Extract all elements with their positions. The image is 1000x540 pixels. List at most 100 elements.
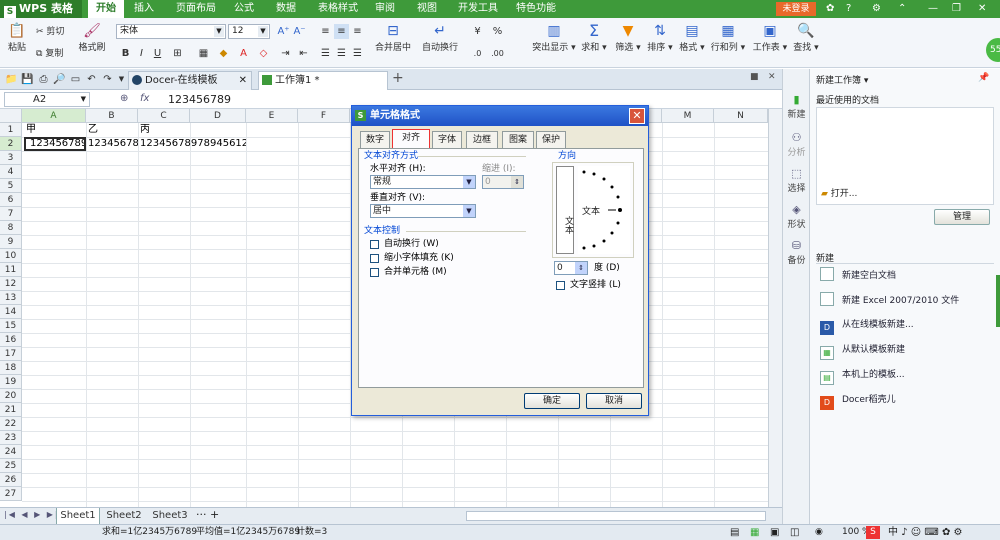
border-icon[interactable]: ⊞ bbox=[170, 46, 185, 61]
decrease-decimal-icon[interactable]: .00 bbox=[490, 46, 505, 61]
row-header-16[interactable]: 16 bbox=[0, 333, 22, 347]
row-header-13[interactable]: 13 bbox=[0, 291, 22, 305]
settings-icon[interactable]: ⚙ bbox=[872, 2, 881, 16]
sidebar-select[interactable]: ⬚ 选择 bbox=[783, 167, 810, 194]
online-template-link[interactable]: D 从在线模板新建... bbox=[820, 317, 914, 335]
sum-button[interactable]: Σ 求和 ▾ bbox=[580, 22, 608, 54]
row-header-6[interactable]: 6 bbox=[0, 193, 22, 207]
manage-button[interactable]: 管理 bbox=[934, 209, 990, 225]
row-header-24[interactable]: 24 bbox=[0, 445, 22, 459]
bold-button[interactable]: B bbox=[118, 46, 133, 61]
sidebar-analysis[interactable]: ⚇ 分析 bbox=[783, 131, 810, 158]
row-header-14[interactable]: 14 bbox=[0, 305, 22, 319]
merge-cells-icon[interactable]: ▦ bbox=[196, 46, 211, 61]
sheet-tab-1[interactable]: Sheet1 bbox=[56, 508, 100, 525]
currency-icon[interactable]: ¥ bbox=[470, 24, 485, 39]
zoom-formula-icon[interactable]: ⊕ bbox=[120, 93, 128, 104]
font-grow-icon[interactable]: A⁺ bbox=[276, 24, 291, 39]
increase-decimal-icon[interactable]: .0 bbox=[470, 46, 485, 61]
tab-font[interactable]: 字体 bbox=[432, 131, 462, 148]
row-header-10[interactable]: 10 bbox=[0, 249, 22, 263]
cell-b2[interactable]: 123456789 bbox=[86, 137, 138, 151]
font-name-select[interactable]: 宋体 ▼ bbox=[116, 24, 226, 39]
align-right-icon[interactable]: ☰ bbox=[350, 46, 365, 61]
pane-handle[interactable] bbox=[996, 275, 1000, 327]
normal-view-icon[interactable]: ▤ bbox=[730, 525, 739, 540]
vertical-text-button[interactable]: 文本 bbox=[556, 166, 574, 254]
indent-icon[interactable]: ⇥ bbox=[278, 46, 293, 61]
name-box[interactable]: A2 ▼ bbox=[4, 92, 90, 107]
page-break-icon[interactable]: ▣ bbox=[770, 525, 779, 540]
login-button[interactable]: 未登录 bbox=[776, 2, 816, 16]
sheet-tab-3[interactable]: Sheet3 bbox=[148, 508, 192, 525]
sheet-nav-icon[interactable]: |◀ ◀ ▶ ▶| bbox=[4, 510, 60, 519]
row-header-4[interactable]: 4 bbox=[0, 165, 22, 179]
format-button[interactable]: ▤ 格式 ▾ bbox=[678, 22, 706, 53]
font-color-icon[interactable]: A bbox=[236, 46, 251, 61]
sogou-icon[interactable]: S bbox=[866, 526, 880, 539]
tab-number[interactable]: 数字 bbox=[360, 131, 390, 148]
menu-data[interactable]: 数据 bbox=[276, 0, 296, 18]
fill-color-icon[interactable]: ◆ bbox=[216, 46, 231, 61]
horizontal-align-select[interactable]: 常规 ▼ bbox=[370, 175, 476, 189]
new-excel-file-link[interactable]: 新建 Excel 2007/2010 文件 bbox=[820, 292, 959, 309]
row-header-19[interactable]: 19 bbox=[0, 375, 22, 389]
select-all-corner[interactable] bbox=[0, 109, 22, 123]
formula-input[interactable]: 123456789 bbox=[168, 93, 231, 106]
new-tab-icon[interactable]: + bbox=[392, 70, 404, 86]
docer-link[interactable]: D Docer稻壳儿 bbox=[820, 392, 896, 410]
row-header-5[interactable]: 5 bbox=[0, 179, 22, 193]
column-header-d[interactable]: D bbox=[190, 109, 246, 123]
task-pane-title[interactable]: 新建工作簿 ▾ bbox=[816, 73, 868, 86]
close-tab-icon[interactable]: ✕ bbox=[239, 72, 247, 90]
tab-alignment[interactable]: 对齐 bbox=[392, 129, 430, 149]
indent-spinner[interactable]: 0 ⇕ bbox=[482, 175, 524, 189]
column-header-b[interactable]: B bbox=[86, 109, 138, 123]
column-header-n[interactable]: N bbox=[714, 109, 768, 123]
sidebar-backup[interactable]: ⛁ 备份 bbox=[783, 239, 810, 266]
cell-a1[interactable]: 甲 bbox=[24, 123, 84, 137]
row-header-1[interactable]: 1 bbox=[0, 123, 22, 137]
row-header-26[interactable]: 26 bbox=[0, 473, 22, 487]
cut-button[interactable]: ✂ 剪切 bbox=[36, 24, 64, 37]
font-size-select[interactable]: 12 ▼ bbox=[228, 24, 270, 39]
ok-button[interactable]: 确定 bbox=[524, 393, 580, 409]
help-icon[interactable]: ? bbox=[846, 2, 851, 16]
app-menu-button[interactable]: SWPS 表格 ▾ bbox=[0, 0, 82, 33]
italic-button[interactable]: I bbox=[134, 46, 149, 61]
vertical-scrollbar[interactable] bbox=[768, 109, 782, 507]
align-center-icon[interactable]: ☰ bbox=[334, 46, 349, 61]
function-icon[interactable]: fx bbox=[140, 93, 149, 104]
column-header-m[interactable]: M bbox=[662, 109, 714, 123]
underline-button[interactable]: U bbox=[150, 46, 165, 61]
tab-border[interactable]: 边框 bbox=[466, 131, 498, 148]
degree-spinner[interactable]: 0 ⇕ bbox=[554, 261, 588, 275]
row-header-15[interactable]: 15 bbox=[0, 319, 22, 333]
ime-icons[interactable]: 中 ♪ ☺ ⌨ ✿ ⚙ bbox=[888, 525, 962, 540]
shrink-to-fit-checkbox[interactable] bbox=[370, 254, 379, 263]
filter-button[interactable]: ▼ 筛选 ▾ bbox=[614, 22, 642, 53]
column-header-f[interactable]: F bbox=[298, 109, 350, 123]
row-header-21[interactable]: 21 bbox=[0, 403, 22, 417]
vertical-stack-checkbox[interactable] bbox=[556, 281, 565, 290]
sidebar-shape[interactable]: ◈ 形状 bbox=[783, 203, 810, 230]
row-header-3[interactable]: 3 bbox=[0, 151, 22, 165]
tab-protection[interactable]: 保护 bbox=[536, 131, 566, 148]
open-link[interactable]: ▰ 打开... bbox=[821, 186, 857, 199]
row-header-11[interactable]: 11 bbox=[0, 263, 22, 277]
row-header-25[interactable]: 25 bbox=[0, 459, 22, 473]
speed-ball-icon[interactable]: 55 bbox=[986, 38, 1000, 62]
tab-close-icon[interactable]: ✕ bbox=[768, 72, 776, 82]
row-header-9[interactable]: 9 bbox=[0, 235, 22, 249]
menu-page-layout[interactable]: 页面布局 bbox=[176, 0, 216, 18]
align-bottom-icon[interactable]: ≡ bbox=[350, 24, 365, 39]
save-icon[interactable]: 💾 bbox=[20, 72, 35, 87]
pin-icon[interactable]: 📌 bbox=[978, 73, 989, 83]
align-middle-icon[interactable]: ≡ bbox=[334, 24, 349, 39]
quick-access-chevron-icon[interactable]: ▼ bbox=[114, 72, 129, 87]
close-window-icon[interactable]: ✕ bbox=[978, 2, 986, 16]
cell-b1[interactable]: 乙 bbox=[86, 123, 136, 137]
tab-list-icon[interactable]: ■ bbox=[750, 72, 759, 82]
preview-icon[interactable]: 🔎 bbox=[52, 72, 67, 87]
menu-table-style[interactable]: 表格样式 bbox=[318, 0, 358, 18]
